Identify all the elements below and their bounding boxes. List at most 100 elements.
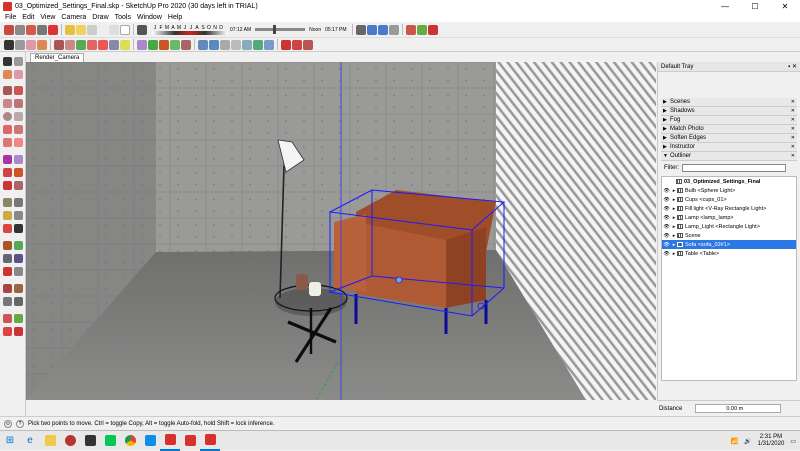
geolocation-icon[interactable]: ⊙ [4, 419, 12, 428]
pie-tool-icon[interactable] [14, 138, 23, 147]
month-slider[interactable] [152, 30, 228, 35]
visibility-eye-icon[interactable]: 👁 [662, 188, 671, 194]
select-icon[interactable] [4, 39, 14, 50]
shaded-icon[interactable] [242, 39, 252, 50]
tab-render-camera[interactable]: Render_Camera [30, 53, 85, 62]
panel-instructor[interactable]: ▶ Instructor ✕ [661, 143, 797, 152]
distance-input[interactable]: 0.00 m [695, 404, 782, 413]
polygon-icon[interactable] [98, 39, 108, 50]
move-icon[interactable] [120, 39, 130, 50]
teamviewer-icon[interactable] [140, 431, 160, 451]
hidden-line-icon[interactable] [231, 39, 241, 50]
calculator-icon[interactable] [80, 431, 100, 451]
menu-edit[interactable]: Edit [19, 14, 37, 21]
two-point-arc-tool-icon[interactable] [14, 125, 23, 134]
make-component-icon[interactable] [15, 39, 25, 50]
vray-dome-light-icon[interactable] [120, 24, 130, 35]
iso-view-icon[interactable] [281, 39, 291, 50]
orbit-tool-icon[interactable] [3, 241, 12, 250]
follow-me-tool-icon[interactable] [14, 168, 23, 177]
zoom-tool-icon[interactable] [3, 254, 12, 263]
offset-tool-icon[interactable] [14, 181, 23, 190]
eraser-icon[interactable] [26, 39, 36, 50]
visibility-eye-icon[interactable]: 👁 [662, 251, 671, 257]
menu-help[interactable]: Help [165, 14, 185, 21]
share-tool-icon[interactable] [14, 314, 23, 323]
outliner-item-scene[interactable]: 👁 ▸ Scene [662, 231, 796, 240]
look-around-tool-icon[interactable] [3, 297, 12, 306]
visibility-eye-icon[interactable]: 👁 [662, 206, 671, 212]
axes-tool-icon[interactable] [3, 224, 12, 233]
menu-file[interactable]: File [2, 14, 19, 21]
rotate-tool-icon[interactable] [3, 168, 12, 177]
zoom-window-tool-icon[interactable] [14, 254, 23, 263]
outliner-item-lamp-light[interactable]: 👁 ▸ Lamp_Light <Rectangle Light> [662, 222, 796, 231]
time-slider[interactable] [255, 25, 306, 34]
pan-tool-icon[interactable] [14, 241, 23, 250]
push-pull-tool-icon[interactable] [14, 155, 23, 164]
volume-icon[interactable]: 🔊 [744, 438, 751, 445]
component-tool-icon[interactable] [14, 57, 23, 66]
panel-match-photo[interactable]: ▶ Match Photo ✕ [661, 125, 797, 134]
warehouse-icon[interactable] [405, 24, 416, 35]
outliner-root[interactable]: 03_Optimized_Settings_Final [662, 177, 796, 186]
wireframe-icon[interactable] [220, 39, 230, 50]
eraser-tool-icon[interactable] [14, 70, 23, 79]
panel-close-icon[interactable]: ✕ [791, 117, 795, 123]
panel-shadows[interactable]: ▶ Shadows ✕ [661, 107, 797, 116]
menu-draw[interactable]: Draw [89, 14, 111, 21]
visibility-eye-icon[interactable]: 👁 [662, 233, 671, 239]
top-view-icon[interactable] [292, 39, 302, 50]
dimension-tool-icon[interactable] [14, 198, 23, 207]
circle-icon[interactable] [76, 39, 86, 50]
file-explorer-icon[interactable] [40, 431, 60, 451]
outliner-item-sofa[interactable]: 👁 ▸ Sofa <sofa_02#1> [662, 240, 796, 249]
extension-warehouse-icon[interactable] [427, 24, 438, 35]
rotated-rect-tool-icon[interactable] [14, 99, 23, 108]
shadows-toggle-icon[interactable] [137, 24, 147, 35]
panel-soften-edges[interactable]: ▶ Soften Edges ✕ [661, 134, 797, 143]
panel-close-icon[interactable]: ✕ [791, 108, 795, 114]
menu-tools[interactable]: Tools [112, 14, 134, 21]
protractor-tool-icon[interactable] [3, 211, 12, 220]
rotate-icon[interactable] [148, 39, 158, 50]
sketchup-third-icon[interactable] [200, 431, 220, 451]
section-plane-tool-icon[interactable] [14, 297, 23, 306]
maximize-button[interactable]: ☐ [740, 0, 770, 12]
monochrome-icon[interactable] [264, 39, 274, 50]
visibility-eye-icon[interactable]: 👁 [662, 242, 671, 248]
chrome-icon[interactable] [120, 431, 140, 451]
scale-tool-icon[interactable] [3, 181, 12, 190]
filter-input[interactable] [682, 164, 786, 172]
vray-light-icon[interactable] [65, 24, 75, 35]
section-fill-icon[interactable] [388, 24, 399, 35]
vray-frame-buffer-icon[interactable] [37, 24, 47, 35]
section-plane-icon[interactable] [355, 24, 366, 35]
vray-render-icon[interactable] [4, 24, 14, 35]
move-tool-icon[interactable] [3, 155, 12, 164]
offset-icon[interactable] [181, 39, 191, 50]
panel-fog[interactable]: ▶ Fog ✕ [661, 116, 797, 125]
three-point-arc-tool-icon[interactable] [3, 138, 12, 147]
display-section-cuts-icon[interactable] [377, 24, 388, 35]
vray-cloud-icon[interactable] [48, 24, 58, 35]
vray-asset-editor-icon[interactable] [26, 24, 36, 35]
outliner-item-fill-light[interactable]: 👁 ▸ Fill light <V-Ray Rectangle Light> [662, 204, 796, 213]
front-view-icon[interactable] [303, 39, 313, 50]
freehand-tool-icon[interactable] [14, 86, 23, 95]
extension-warehouse-tool-icon[interactable] [3, 327, 12, 336]
panel-close-icon[interactable]: ✕ [791, 153, 795, 159]
visibility-eye-icon[interactable]: 👁 [662, 197, 671, 203]
paint-bucket-icon[interactable] [37, 39, 47, 50]
scale-icon[interactable] [170, 39, 180, 50]
line-tool-icon[interactable] [3, 86, 12, 95]
visibility-eye-icon[interactable]: 👁 [662, 224, 671, 230]
walk-tool-icon[interactable] [14, 284, 23, 293]
sketchup-icon[interactable] [160, 431, 180, 451]
visibility-eye-icon[interactable]: 👁 [662, 215, 671, 221]
arc-tool-icon[interactable] [3, 125, 12, 134]
panel-close-icon[interactable]: ✕ [791, 126, 795, 132]
windows-start-icon[interactable]: ⊞ [0, 431, 20, 451]
line-icon[interactable] [54, 39, 64, 50]
push-pull-icon[interactable] [137, 39, 147, 50]
